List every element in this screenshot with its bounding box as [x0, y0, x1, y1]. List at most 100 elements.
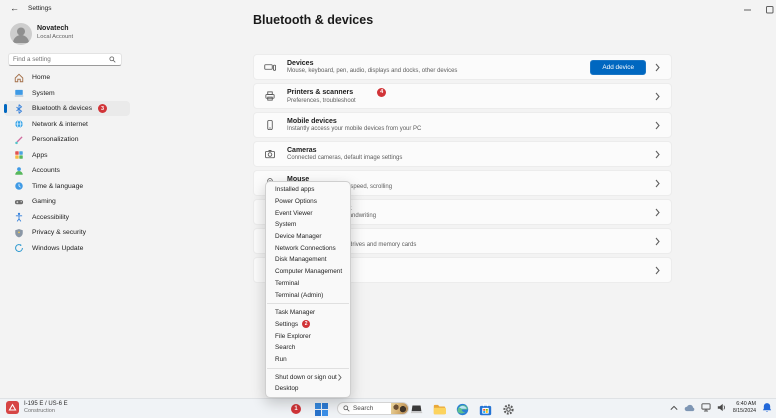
- menu-item-event-viewer[interactable]: Event Viewer: [266, 207, 350, 219]
- sidebar-nav: Home System Bluetooth & devices 3 Networ…: [4, 70, 130, 256]
- settings-search[interactable]: [8, 53, 122, 66]
- window-title: Settings: [28, 5, 52, 12]
- settings-gear-icon[interactable]: [501, 402, 516, 417]
- settings-row-devices[interactable]: Devices Mouse, keyboard, pen, audio, dis…: [253, 54, 672, 80]
- camera-icon: [264, 148, 276, 160]
- clock-date: 8/15/2024: [733, 408, 756, 415]
- widget-headline: I-195 E / US-6 E: [24, 401, 68, 407]
- personalization-icon: [14, 135, 24, 145]
- chevron-right-icon: [655, 149, 661, 159]
- system-icon: [14, 88, 24, 98]
- volume-icon[interactable]: [717, 403, 726, 412]
- annotation-badge-1: 1: [291, 404, 301, 414]
- back-icon[interactable]: ←: [10, 3, 19, 13]
- tray-chevron-up-icon[interactable]: [670, 405, 678, 411]
- desktop: ← Settings Novatech Local Account Home S…: [0, 0, 776, 418]
- add-device-button[interactable]: Add device: [590, 60, 646, 75]
- page-title: Bluetooth & devices: [253, 13, 373, 27]
- submenu-chevron-icon: [338, 374, 342, 381]
- file-explorer-icon[interactable]: [432, 402, 447, 417]
- annotation-badge-4: 4: [377, 88, 386, 97]
- settings-row-mobile-devices[interactable]: Mobile devices Instantly access your mob…: [253, 112, 672, 138]
- menu-item-task-manager[interactable]: Task Manager: [266, 307, 350, 319]
- menu-item-shut-down-or-sign-out[interactable]: Shut down or sign out: [266, 371, 350, 383]
- traffic-incident-icon: [6, 401, 19, 414]
- annotation-badge-2: 2: [302, 320, 310, 328]
- apps-icon: [14, 150, 24, 160]
- minimize-button[interactable]: [744, 6, 752, 14]
- search-icon: [109, 56, 116, 63]
- search-icon: [343, 405, 350, 412]
- chevron-right-icon: [655, 207, 661, 217]
- avatar[interactable]: [10, 23, 32, 45]
- sidebar-item-bluetooth-devices[interactable]: Bluetooth & devices 3: [4, 101, 130, 116]
- chevron-right-icon: [655, 62, 661, 72]
- edge-icon[interactable]: [455, 402, 470, 417]
- sidebar-item-time-language[interactable]: Time & language: [4, 179, 130, 194]
- sidebar-item-privacy-security[interactable]: Privacy & security: [4, 225, 130, 240]
- sidebar-item-accounts[interactable]: Accounts: [4, 163, 130, 178]
- sidebar-item-network-internet[interactable]: Network & internet: [4, 117, 130, 132]
- menu-item-terminal[interactable]: Terminal: [266, 278, 350, 290]
- home-icon: [14, 73, 24, 83]
- taskbar-clock[interactable]: 6:40 AM 8/15/2024: [733, 401, 756, 414]
- menu-item-terminal-admin[interactable]: Terminal (Admin): [266, 289, 350, 301]
- search-highlight-thumbnail[interactable]: [391, 402, 408, 415]
- menu-item-settings[interactable]: Settings2: [266, 319, 350, 331]
- widget-subtext: Construction: [24, 408, 68, 414]
- menu-item-power-options[interactable]: Power Options: [266, 196, 350, 208]
- store-icon[interactable]: [478, 402, 493, 417]
- maximize-button[interactable]: [766, 6, 774, 14]
- start-button[interactable]: [315, 403, 328, 418]
- chevron-right-icon: [655, 120, 661, 130]
- network-icon: [14, 119, 24, 129]
- gamepad-icon: [14, 197, 24, 207]
- clock-icon: [14, 181, 24, 191]
- sidebar-item-accessibility[interactable]: Accessibility: [4, 210, 130, 225]
- phone-icon: [264, 119, 276, 131]
- devices-icon: [264, 61, 276, 73]
- settings-search-input[interactable]: [9, 56, 109, 63]
- menu-item-installed-apps[interactable]: Installed apps: [266, 184, 350, 196]
- system-tray: 6:40 AM 8/15/2024: [664, 401, 772, 414]
- menu-item-disk-management[interactable]: Disk Management: [266, 254, 350, 266]
- taskbar: I-195 E / US-6 E Construction 1 Search: [0, 398, 776, 418]
- menu-item-computer-management[interactable]: Computer Management: [266, 266, 350, 278]
- user-name: Novatech: [37, 25, 69, 32]
- annotation-badge-3: 3: [98, 104, 107, 113]
- onedrive-icon[interactable]: [684, 404, 695, 412]
- menu-item-run[interactable]: Run: [266, 354, 350, 366]
- network-tray-icon[interactable]: [701, 403, 711, 412]
- sidebar-item-personalization[interactable]: Personalization: [4, 132, 130, 147]
- chevron-right-icon: [655, 91, 661, 101]
- chevron-right-icon: [655, 265, 661, 275]
- menu-separator: [267, 368, 349, 369]
- accessibility-icon: [14, 212, 24, 222]
- chevron-right-icon: [655, 178, 661, 188]
- sidebar-item-windows-update[interactable]: Windows Update: [4, 241, 130, 256]
- widgets-button[interactable]: I-195 E / US-6 E Construction: [6, 401, 68, 414]
- menu-item-network-connections[interactable]: Network Connections: [266, 242, 350, 254]
- sidebar-item-system[interactable]: System: [4, 86, 130, 101]
- menu-item-file-explorer[interactable]: File Explorer: [266, 330, 350, 342]
- taskbar-search-placeholder: Search: [353, 405, 391, 412]
- menu-item-desktop[interactable]: Desktop: [266, 383, 350, 395]
- menu-separator: [267, 303, 349, 304]
- sidebar-item-gaming[interactable]: Gaming: [4, 194, 130, 209]
- menu-item-device-manager[interactable]: Device Manager: [266, 231, 350, 243]
- chevron-right-icon: [655, 236, 661, 246]
- laptop-app-icon[interactable]: [409, 402, 424, 417]
- settings-row-printers-scanners[interactable]: Printers & scanners4 Preferences, troubl…: [253, 83, 672, 109]
- settings-row-cameras[interactable]: Cameras Connected cameras, default image…: [253, 141, 672, 167]
- sidebar-item-apps[interactable]: Apps: [4, 148, 130, 163]
- update-icon: [14, 243, 24, 253]
- menu-item-search[interactable]: Search: [266, 342, 350, 354]
- menu-item-system[interactable]: System: [266, 219, 350, 231]
- selected-indicator: [4, 104, 7, 113]
- notification-bell-icon[interactable]: [762, 402, 772, 413]
- taskbar-search-box[interactable]: Search: [337, 402, 409, 415]
- printer-icon: [264, 90, 276, 102]
- settings-titlebar: ← Settings: [0, 0, 776, 18]
- user-account-type: Local Account: [37, 34, 73, 40]
- sidebar-item-home[interactable]: Home: [4, 70, 130, 85]
